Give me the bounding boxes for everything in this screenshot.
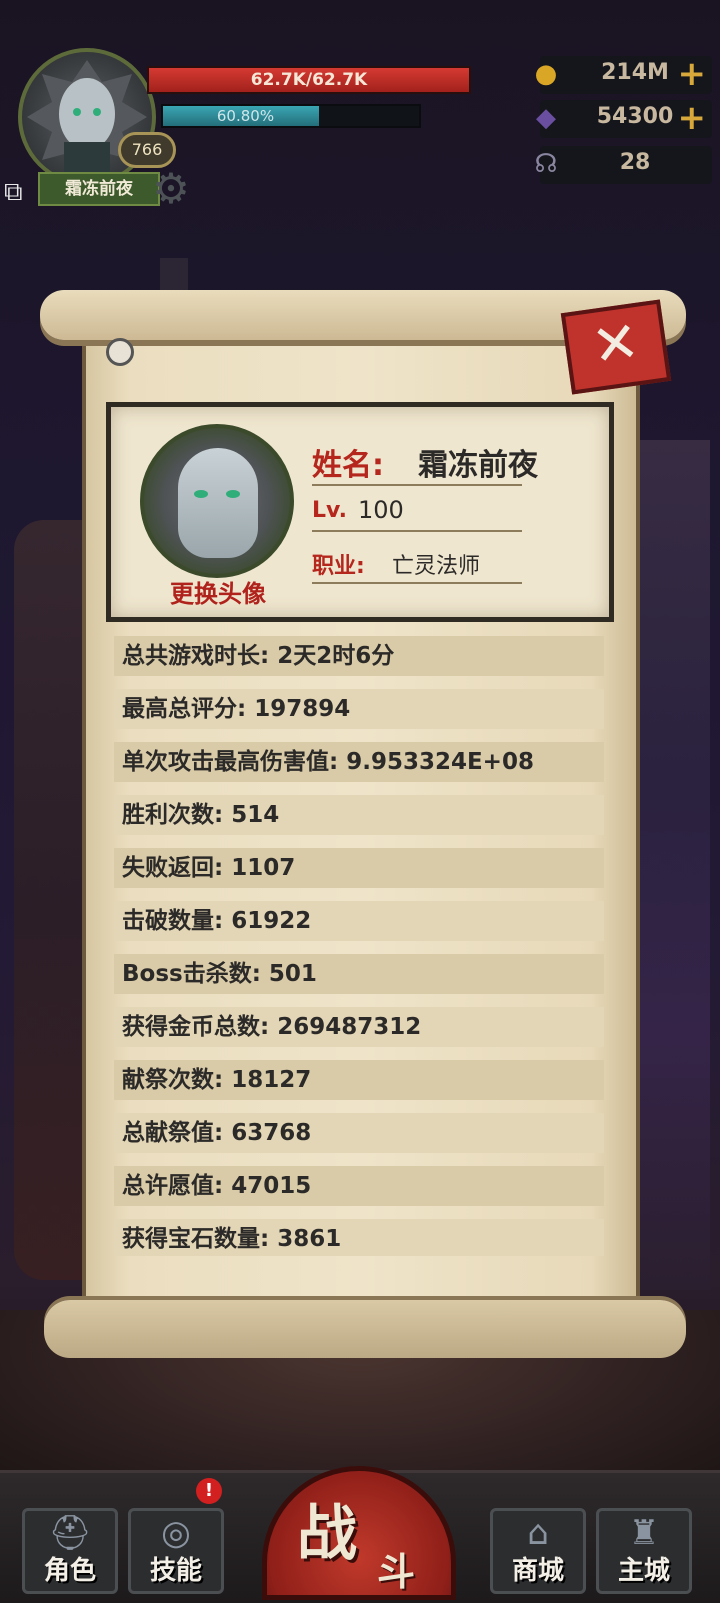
add-gems-button[interactable]: +	[678, 98, 707, 138]
nav-role-label: 角色	[43, 1556, 96, 1586]
key-resource: ☊ 28	[534, 146, 712, 184]
name-label: 姓名:	[312, 448, 384, 483]
nav-skill-button[interactable]: ◎ 技能	[128, 1508, 224, 1594]
nav-role-button[interactable]: ⛑ 角色	[22, 1508, 118, 1594]
gear-icon[interactable]: ⚙	[148, 166, 194, 212]
skill-notification-badge: !	[196, 1478, 222, 1504]
helmet-icon: ⛑	[48, 1513, 92, 1553]
change-avatar-button[interactable]: 更换头像	[148, 574, 288, 609]
scroll-bottom-roll	[44, 1300, 686, 1358]
stats-list[interactable]: 总共游戏时长: 2天2时6分 最高总评分: 197894 单次攻击最高伤害值: …	[114, 636, 604, 1256]
stat-row: 胜利次数: 514	[114, 795, 604, 835]
castle-icon: ♜	[628, 1513, 660, 1553]
stat-row: 献祭次数: 18127	[114, 1060, 604, 1100]
nav-city-button[interactable]: ♜ 主城	[596, 1508, 692, 1594]
level-badge: 766	[118, 132, 176, 168]
hp-text: 62.7K/62.7K	[250, 70, 368, 90]
add-gold-button[interactable]: +	[678, 54, 707, 94]
battle-label-small: 斗	[377, 1550, 416, 1594]
gold-resource: ● 214M +	[535, 54, 712, 94]
stat-row: 单次攻击最高伤害值: 9.953324E+08	[114, 742, 604, 782]
nav-city-label: 主城	[617, 1556, 670, 1586]
xp-text: 60.80%	[216, 107, 275, 125]
divider	[312, 582, 522, 584]
stat-row: Boss击杀数: 501	[114, 954, 604, 994]
nav-shop-label: 商城	[511, 1556, 564, 1586]
nav-shop-button[interactable]: ⌂ 商城	[490, 1508, 586, 1594]
stat-row: 失败返回: 1107	[114, 848, 604, 888]
tent-icon: ⌂	[527, 1513, 549, 1553]
horn-icon: ☊	[534, 149, 558, 179]
portrait-face	[178, 448, 258, 558]
gem-resource: ◆ 54300 +	[536, 98, 712, 138]
crystal-icon: ◆	[536, 103, 556, 133]
battle-label: 战	[297, 1499, 357, 1569]
stat-row: 获得金币总数: 269487312	[114, 1007, 604, 1047]
stat-row: 总献祭值: 63768	[114, 1113, 604, 1153]
puzzle-icon[interactable]: ⧉	[4, 176, 36, 208]
stat-row: 最高总评分: 197894	[114, 689, 604, 729]
portrait-eye	[226, 490, 240, 498]
job-value: 亡灵法师	[392, 554, 481, 579]
gold-coin-icon: ●	[534, 59, 558, 89]
gem-value: 54300	[596, 104, 674, 129]
level-value: 100	[358, 496, 404, 524]
stat-row: 获得宝石数量: 3861	[114, 1219, 604, 1256]
divider	[312, 530, 522, 532]
hp-bar: 62.7K/62.7K	[147, 66, 471, 94]
profile-avatar[interactable]	[140, 424, 294, 578]
key-value: 28	[619, 150, 651, 175]
pin-icon	[106, 338, 134, 366]
stat-row: 击破数量: 61922	[114, 901, 604, 941]
close-button[interactable]: ✕	[560, 299, 672, 395]
player-name-plate: 霜冻前夜	[38, 172, 160, 206]
portrait-eye	[194, 490, 208, 498]
job-label: 职业:	[312, 554, 365, 579]
swirl-icon: ◎	[161, 1513, 191, 1553]
name-value: 霜冻前夜	[418, 448, 538, 483]
xp-bar: 60.80%	[161, 104, 421, 128]
nav-skill-label: 技能	[149, 1556, 202, 1586]
divider	[312, 484, 522, 486]
gold-value: 214M	[601, 60, 669, 85]
stat-row: 总共游戏时长: 2天2时6分	[114, 636, 604, 676]
level-label: Lv.	[312, 498, 347, 523]
stat-row: 总许愿值: 47015	[114, 1166, 604, 1206]
